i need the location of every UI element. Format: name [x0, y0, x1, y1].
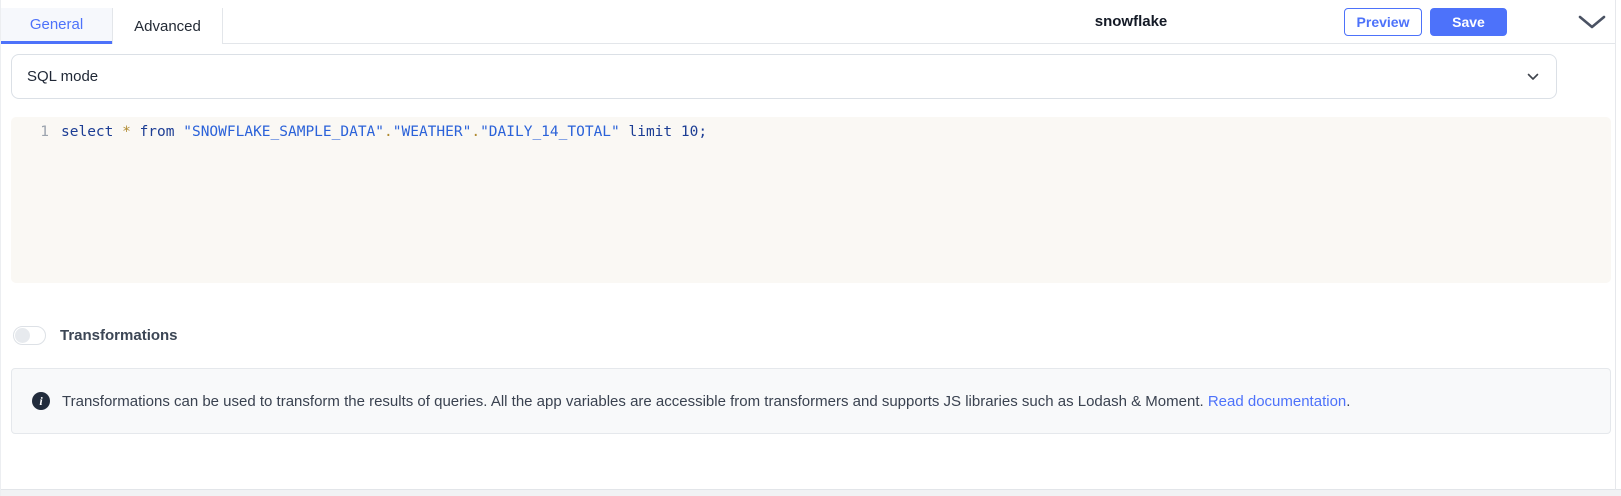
line-number: 1 [11, 123, 49, 142]
header-tabs: General Advanced [1, 8, 223, 44]
panel-right-border [1615, 0, 1616, 490]
sql-code-editor[interactable]: 1 select * from "SNOWFLAKE_SAMPLE_DATA".… [11, 117, 1611, 283]
save-button[interactable]: Save [1430, 8, 1507, 36]
transformations-toggle[interactable] [13, 326, 46, 345]
code-line: 1 select * from "SNOWFLAKE_SAMPLE_DATA".… [11, 123, 1611, 142]
read-documentation-link[interactable]: Read documentation [1208, 393, 1346, 410]
header-actions: Preview Save [1344, 8, 1607, 36]
info-banner-text: Transformations can be used to transform… [62, 393, 1350, 410]
tab-general[interactable]: General [1, 8, 112, 44]
transformations-info-banner: i Transformations can be used to transfo… [11, 368, 1611, 434]
collapse-panel-chevron-down-icon[interactable] [1577, 14, 1607, 30]
query-editor-panel: General Advanced snowflake Preview Save … [0, 0, 1621, 496]
preview-button[interactable]: Preview [1344, 8, 1422, 36]
query-editor-header: General Advanced snowflake Preview Save [1, 0, 1615, 44]
transformations-row: Transformations [13, 326, 178, 345]
select-chevron-down-icon [1527, 73, 1539, 81]
code-line-tokens: select * from "SNOWFLAKE_SAMPLE_DATA"."W… [49, 123, 707, 142]
panel-bottom-strip [1, 490, 1621, 496]
info-icon: i [32, 392, 50, 410]
transformations-label: Transformations [60, 327, 178, 344]
info-banner-message: Transformations can be used to transform… [62, 393, 1208, 410]
query-mode-selected-value: SQL mode [27, 68, 1527, 85]
query-mode-select[interactable]: SQL mode [11, 54, 1557, 99]
tab-advanced[interactable]: Advanced [112, 8, 223, 44]
toggle-knob [15, 328, 30, 343]
query-name: snowflake [1031, 13, 1231, 30]
info-banner-suffix: . [1346, 393, 1350, 410]
